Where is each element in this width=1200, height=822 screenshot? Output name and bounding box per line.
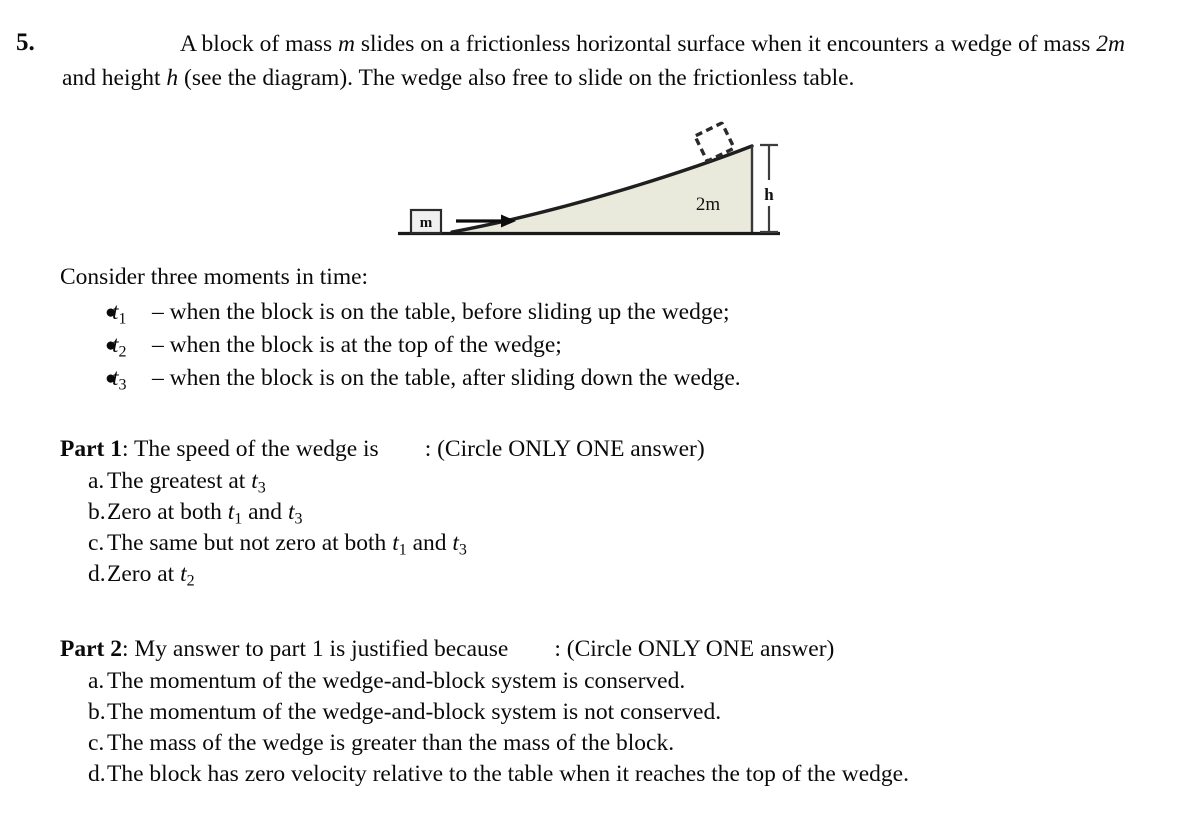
option-text: The same but not zero at both t1 and t3 xyxy=(107,530,467,559)
option-text: The momentum of the wedge-and-block syst… xyxy=(107,668,686,694)
consider-heading: Consider three moments in time: xyxy=(60,264,369,290)
option-row[interactable]: a. The momentum of the wedge-and-block sy… xyxy=(60,666,1060,697)
option-letter: b. xyxy=(88,499,106,525)
wedge-mass-label: 2m xyxy=(696,194,721,215)
option-text: The momentum of the wedge-and-block syst… xyxy=(107,699,722,725)
question-number: 5. xyxy=(16,29,35,56)
option-row[interactable]: c. The same but not zero at both t1 and t… xyxy=(60,528,1060,559)
option-letter: a. xyxy=(88,468,105,494)
moments-list: ● t1– when the block is on the table, be… xyxy=(60,296,960,395)
option-text: The block has zero velocity relative to … xyxy=(107,761,909,787)
bullet-dot-icon: ● xyxy=(105,368,117,389)
option-row[interactable]: a. The greatest at t3 xyxy=(60,466,1060,497)
part-2-options: a. The momentum of the wedge-and-block sy… xyxy=(60,666,1060,790)
part-1-prompt: : The speed of the wedge is xyxy=(122,436,379,462)
part-1-options: a. The greatest at t3 b. Zero at both t1 a… xyxy=(60,466,1060,590)
part-2-label: Part 2 xyxy=(60,636,122,662)
question-text-3: and height xyxy=(62,64,167,91)
option-text: The greatest at t3 xyxy=(107,468,266,497)
option-text: Zero at both t1 and t3 xyxy=(107,499,303,528)
moment-description: – when the block is on the table, after … xyxy=(152,365,741,391)
list-item: ● t1– when the block is on the table, be… xyxy=(60,296,960,329)
option-row[interactable]: b. Zero at both t1 and t3 xyxy=(60,497,1060,528)
block-m-label: m xyxy=(420,215,433,231)
bullet-dot-icon: ● xyxy=(105,302,117,323)
option-letter: c. xyxy=(88,730,105,756)
question-text-2: slides on a frictionless horizontal surf… xyxy=(354,31,1097,57)
option-row[interactable]: b. The momentum of the wedge-and-block sy… xyxy=(60,697,1060,728)
part-1-label: Part 1 xyxy=(60,436,122,462)
option-text: The mass of the wedge is greater than th… xyxy=(107,730,675,756)
question-text-4: (see the diagram). The wedge also free t… xyxy=(178,64,855,91)
list-item: ● t2– when the block is at the top of th… xyxy=(60,329,960,362)
option-letter: a. xyxy=(88,668,105,694)
question-statement: A block of mass m slides on a frictionle… xyxy=(62,28,1137,95)
part-2-heading: Part 2: My answer to part 1 is justified… xyxy=(60,634,1060,665)
option-row[interactable]: c. The mass of the wedge is greater than … xyxy=(60,728,1060,759)
option-letter: c. xyxy=(88,530,105,556)
option-letter: b. xyxy=(88,699,106,725)
option-letter: d. xyxy=(88,761,106,787)
part-2-instruction: : (Circle ONLY ONE answer) xyxy=(554,636,835,662)
moment-symbol: t3 xyxy=(112,365,127,394)
bullet-dot-icon: ● xyxy=(105,335,117,356)
worksheet-page: 5. A block of mass m slides on a frictio… xyxy=(0,0,1200,822)
part-2-section: Part 2: My answer to part 1 is justified… xyxy=(60,634,1060,790)
symbol-2m: 2m xyxy=(1096,31,1126,57)
wedge-block-diagram: m 2m h xyxy=(390,118,800,250)
option-row[interactable]: d. The block has zero velocity relative t… xyxy=(60,759,1060,790)
part-1-section: Part 1: The speed of the wedge is : (Circ… xyxy=(60,434,1060,590)
height-label: h xyxy=(764,185,774,204)
moment-description: – when the block is at the top of the we… xyxy=(152,332,562,358)
option-letter: d. xyxy=(88,561,106,587)
symbol-h: h xyxy=(166,64,179,91)
symbol-m: m xyxy=(337,31,355,57)
list-item: ● t3 – when the block is on the table, af… xyxy=(60,362,960,395)
part-1-heading: Part 1: The speed of the wedge is : (Circ… xyxy=(60,434,1060,465)
part-1-instruction: : (Circle ONLY ONE answer) xyxy=(424,436,705,462)
part-2-prompt: : My answer to part 1 is justified becau… xyxy=(122,636,509,662)
moment-description: – when the block is on the table, before… xyxy=(152,299,730,325)
option-row[interactable]: d. Zero at t2 xyxy=(60,559,1060,590)
question-text-1: A block of mass xyxy=(180,31,338,57)
